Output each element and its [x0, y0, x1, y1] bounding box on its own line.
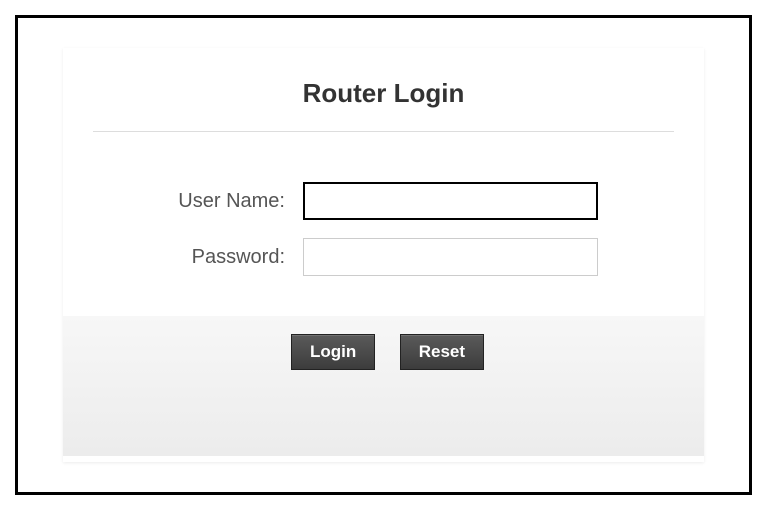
card-header: Router Login	[63, 48, 704, 131]
password-input[interactable]	[303, 238, 598, 276]
username-input[interactable]	[303, 182, 598, 220]
reset-button[interactable]: Reset	[400, 334, 484, 370]
username-row: User Name:	[93, 182, 674, 220]
username-label: User Name:	[93, 190, 303, 213]
login-card: Router Login User Name: Password: Login …	[63, 48, 704, 462]
button-bar: Login Reset	[63, 316, 704, 456]
password-row: Password:	[93, 238, 674, 276]
login-button[interactable]: Login	[291, 334, 375, 370]
page-title: Router Login	[63, 78, 704, 109]
login-form: User Name: Password:	[63, 132, 704, 316]
outer-frame: Router Login User Name: Password: Login …	[15, 15, 752, 495]
password-label: Password:	[93, 246, 303, 269]
